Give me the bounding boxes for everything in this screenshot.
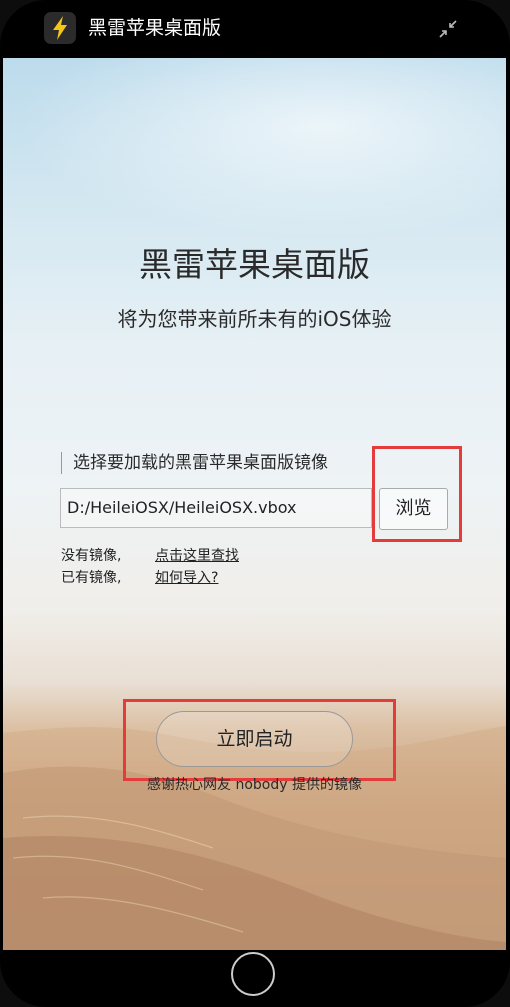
image-path-field[interactable]: D:/HeileiOSX/HeileiOSX.vbox <box>60 488 372 528</box>
no-image-row: 没有镜像, 点击这里查找 <box>61 547 239 565</box>
collapse-arrows-icon[interactable] <box>438 19 458 39</box>
start-highlight-box <box>123 699 396 781</box>
credits-text: 感谢热心网友 nobody 提供的镜像 <box>147 777 362 793</box>
window-title: 黑雷苹果桌面版 <box>88 17 222 39</box>
find-image-link[interactable]: 点击这里查找 <box>155 547 239 565</box>
page-subtitle: 将为您带来前所未有的iOS体验 <box>117 307 392 331</box>
has-image-row: 已有镜像, 如何导入? <box>61 569 218 587</box>
app-screen: 黑雷苹果桌面版 将为您带来前所未有的iOS体验 选择要加载的黑雷苹果桌面版镜像 … <box>3 58 506 950</box>
has-image-text: 已有镜像, <box>61 570 122 586</box>
how-to-import-link[interactable]: 如何导入? <box>155 569 218 587</box>
home-button[interactable] <box>231 952 275 996</box>
title-bar: 黑雷苹果桌面版 <box>0 0 510 58</box>
phone-frame: 黑雷苹果桌面版 黑雷苹果桌面版 将为您带来前所未有的iOS体验 选择要加载的黑雷… <box>0 0 510 1007</box>
page-title: 黑雷苹果桌面版 <box>139 245 370 284</box>
image-select-label: 选择要加载的黑雷苹果桌面版镜像 <box>61 452 328 474</box>
browse-highlight-box <box>372 446 462 542</box>
lightning-bolt-icon <box>44 12 76 44</box>
no-image-text: 没有镜像, <box>61 548 122 564</box>
